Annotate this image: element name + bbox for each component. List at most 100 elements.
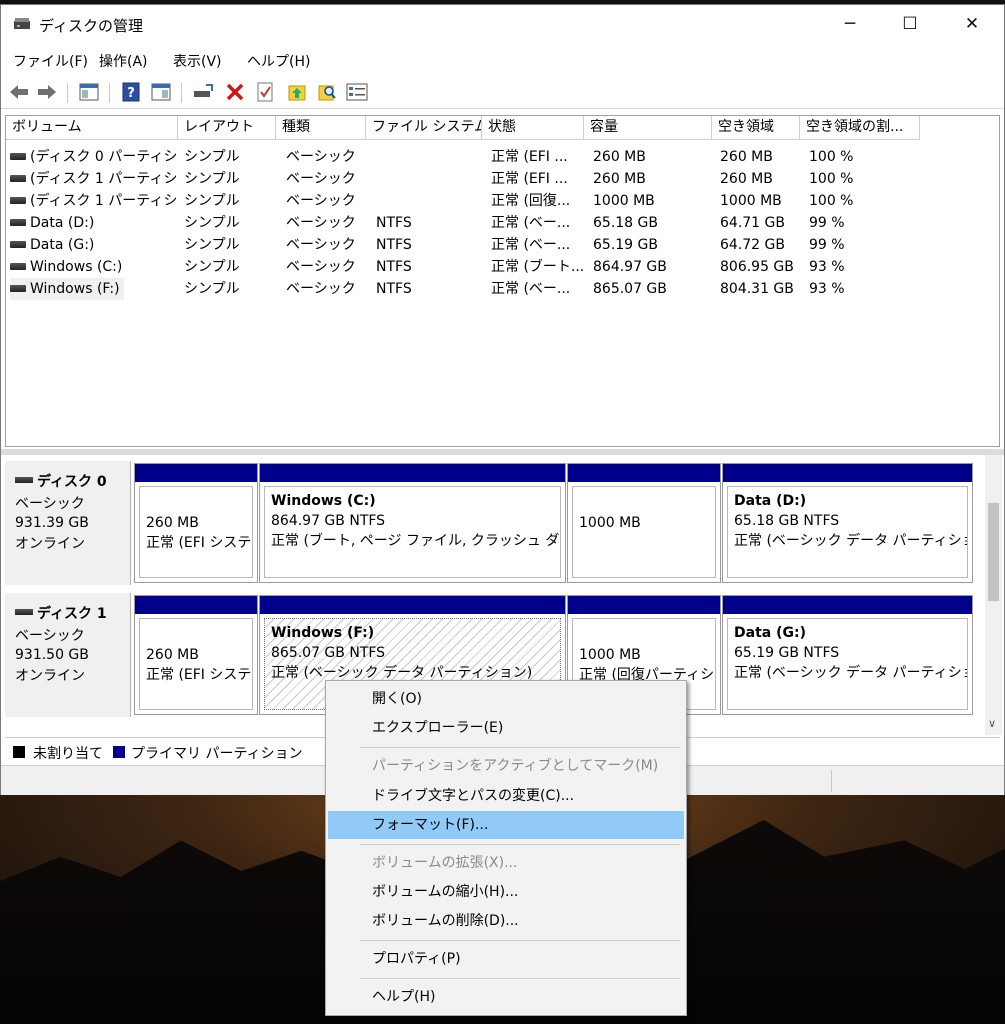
cell-status: 正常 (EFI ... <box>491 171 568 187</box>
table-row-selected[interactable]: Windows (F:) シンプル ベーシック NTFS 正常 (ベー... 8… <box>6 278 999 300</box>
properties-panel-icon <box>79 83 99 101</box>
cell-percent-free: 100 % <box>809 171 854 187</box>
table-row[interactable]: (ディスク 1 パーティシ... シンプル ベーシック 正常 (回復... 10… <box>6 190 999 212</box>
check-button[interactable] <box>253 80 277 104</box>
menu-item-shrink-volume[interactable]: ボリュームの縮小(H)... <box>328 878 684 906</box>
cell-volume: Data (G:) <box>10 234 176 256</box>
partition-type-bar <box>260 464 565 482</box>
cell-percent-free: 99 % <box>809 237 845 253</box>
partition-disk0-recovery[interactable]: 1000 MB <box>567 463 721 583</box>
menu-separator <box>360 844 680 845</box>
disk-name: ディスク 0 <box>37 474 107 490</box>
column-header-filesystem[interactable]: ファイル システム <box>366 116 482 140</box>
column-header-status[interactable]: 状態 <box>482 116 584 140</box>
menu-item-delete-volume[interactable]: ボリュームの削除(D)... <box>328 907 684 935</box>
legend-primary-partition: プライマリ パーティション <box>131 746 303 762</box>
table-row[interactable]: Data (D:) シンプル ベーシック NTFS 正常 (ベー... 65.1… <box>6 212 999 234</box>
menu-help[interactable]: ヘルプ(H) <box>247 51 310 71</box>
menu-action[interactable]: 操作(A) <box>99 51 148 71</box>
title-bar[interactable]: ディスクの管理 ─ ☐ ✕ <box>1 5 1004 43</box>
view-button[interactable] <box>149 80 173 104</box>
column-header-free-space[interactable]: 空き領域 <box>712 116 800 140</box>
scroll-down-icon[interactable]: ∨ <box>988 717 996 730</box>
menu-item-properties[interactable]: プロパティ(P) <box>328 945 684 973</box>
table-row[interactable]: (ディスク 0 パーティシ... シンプル ベーシック 正常 (EFI ... … <box>6 146 999 168</box>
cell-percent-free: 100 % <box>809 149 854 165</box>
cell-capacity: 65.18 GB <box>593 215 658 231</box>
menu-separator <box>360 978 680 979</box>
partition-disk0-efi[interactable]: 260 MB 正常 (EFI システ <box>134 463 258 583</box>
maximize-icon: ☐ <box>902 14 918 34</box>
unallocated-swatch <box>13 746 25 758</box>
help-button[interactable]: ? <box>119 80 143 104</box>
menu-separator <box>360 940 680 941</box>
disk-status: オンライン <box>15 668 85 684</box>
connect-button[interactable] <box>191 80 215 104</box>
table-row[interactable]: (ディスク 1 パーティシ... シンプル ベーシック 正常 (EFI ... … <box>6 168 999 190</box>
back-button[interactable] <box>7 80 31 104</box>
partition-disk1-efi[interactable]: 260 MB 正常 (EFI システ <box>134 595 258 715</box>
cell-volume: Windows (F:) <box>10 278 124 300</box>
menu-item-format[interactable]: フォーマット(F)... <box>328 811 684 839</box>
menu-item-change-drive-letter[interactable]: ドライブ文字とパスの変更(C)... <box>328 782 684 810</box>
cell-free-space: 804.31 GB <box>720 281 794 297</box>
column-header-capacity[interactable]: 容量 <box>584 116 712 140</box>
table-row[interactable]: Windows (C:) シンプル ベーシック NTFS 正常 (ブート... … <box>6 256 999 278</box>
column-header-volume[interactable]: ボリューム <box>6 116 178 140</box>
legend-unallocated: 未割り当て <box>33 746 103 762</box>
partition-name: Data (D:) <box>734 493 807 509</box>
partition-type-bar <box>568 464 720 482</box>
partition-disk1-data-g[interactable]: Data (G:) 65.19 GB NTFS 正常 (ベーシック データ パー… <box>722 595 973 715</box>
maximize-button[interactable]: ☐ <box>879 5 941 43</box>
search-button[interactable] <box>315 80 339 104</box>
column-header-type[interactable]: 種類 <box>276 116 366 140</box>
menu-file[interactable]: ファイル(F) <box>13 51 88 71</box>
cell-layout: シンプル <box>184 281 240 297</box>
close-button[interactable]: ✕ <box>941 5 1003 43</box>
partition-name: Windows (C:) <box>271 493 376 509</box>
disk-view-scrollbar[interactable]: ∨ <box>985 455 1002 735</box>
disk-size: 931.50 GB <box>15 647 89 663</box>
delete-button[interactable] <box>223 80 247 104</box>
cell-capacity: 65.19 GB <box>593 237 658 253</box>
cell-type: ベーシック <box>286 237 356 253</box>
column-header-layout[interactable]: レイアウト <box>178 116 276 140</box>
folder-up-button[interactable] <box>285 80 309 104</box>
disk-0-label[interactable]: ディスク 0 ベーシック 931.39 GB オンライン <box>5 461 131 585</box>
cell-percent-free: 99 % <box>809 215 845 231</box>
partition-name: Data (G:) <box>734 625 806 641</box>
table-row[interactable]: Data (G:) シンプル ベーシック NTFS 正常 (ベー... 65.1… <box>6 234 999 256</box>
menu-item-help[interactable]: ヘルプ(H) <box>328 983 684 1011</box>
disk-1-label[interactable]: ディスク 1 ベーシック 931.50 GB オンライン <box>5 593 131 717</box>
show-hide-console-tree-button[interactable] <box>77 80 101 104</box>
scrollbar-thumb[interactable] <box>988 503 999 601</box>
list-button[interactable] <box>345 80 369 104</box>
partition-size: 260 MB <box>146 515 199 531</box>
cell-free-space: 260 MB <box>720 171 773 187</box>
minimize-icon: ─ <box>844 14 856 34</box>
list-icon <box>346 83 368 101</box>
partition-type-bar <box>568 596 720 614</box>
cell-filesystem: NTFS <box>376 259 412 275</box>
partition-status: 正常 (ブート, ページ ファイル, クラッシュ ダンプ, / <box>271 533 560 549</box>
menu-view[interactable]: 表示(V) <box>173 51 222 71</box>
disk-management-window: ディスクの管理 ─ ☐ ✕ ファイル(F) 操作(A) 表示(V) ヘルプ(H)… <box>0 4 1005 795</box>
minimize-button[interactable]: ─ <box>819 5 881 43</box>
menu-item-explorer[interactable]: エクスプローラー(E) <box>328 714 684 742</box>
menu-item-mark-active: パーティションをアクティブとしてマーク(M) <box>372 758 659 774</box>
forward-button[interactable] <box>35 80 59 104</box>
volume-icon <box>10 196 26 204</box>
volume-list[interactable]: ボリューム レイアウト 種類 ファイル システム 状態 容量 空き領域 空き領域… <box>5 115 1000 447</box>
close-icon: ✕ <box>964 14 980 34</box>
cell-type: ベーシック <box>286 281 356 297</box>
cell-capacity: 1000 MB <box>593 193 655 209</box>
column-header-percent-free[interactable]: 空き領域の割... <box>800 116 920 140</box>
volume-icon <box>10 174 26 182</box>
cell-volume: Windows (C:) <box>10 256 176 278</box>
partition-disk0-windows-c[interactable]: Windows (C:) 864.97 GB NTFS 正常 (ブート, ページ… <box>259 463 566 583</box>
disk-graphical-view: ディスク 0 ベーシック 931.39 GB オンライン 260 MB 正常 (… <box>5 455 985 717</box>
volume-icon <box>10 218 26 226</box>
partition-disk0-data-d[interactable]: Data (D:) 65.18 GB NTFS 正常 (ベーシック データ パー… <box>722 463 973 583</box>
cell-layout: シンプル <box>184 171 240 187</box>
menu-item-open[interactable]: 開く(O) <box>328 685 684 713</box>
